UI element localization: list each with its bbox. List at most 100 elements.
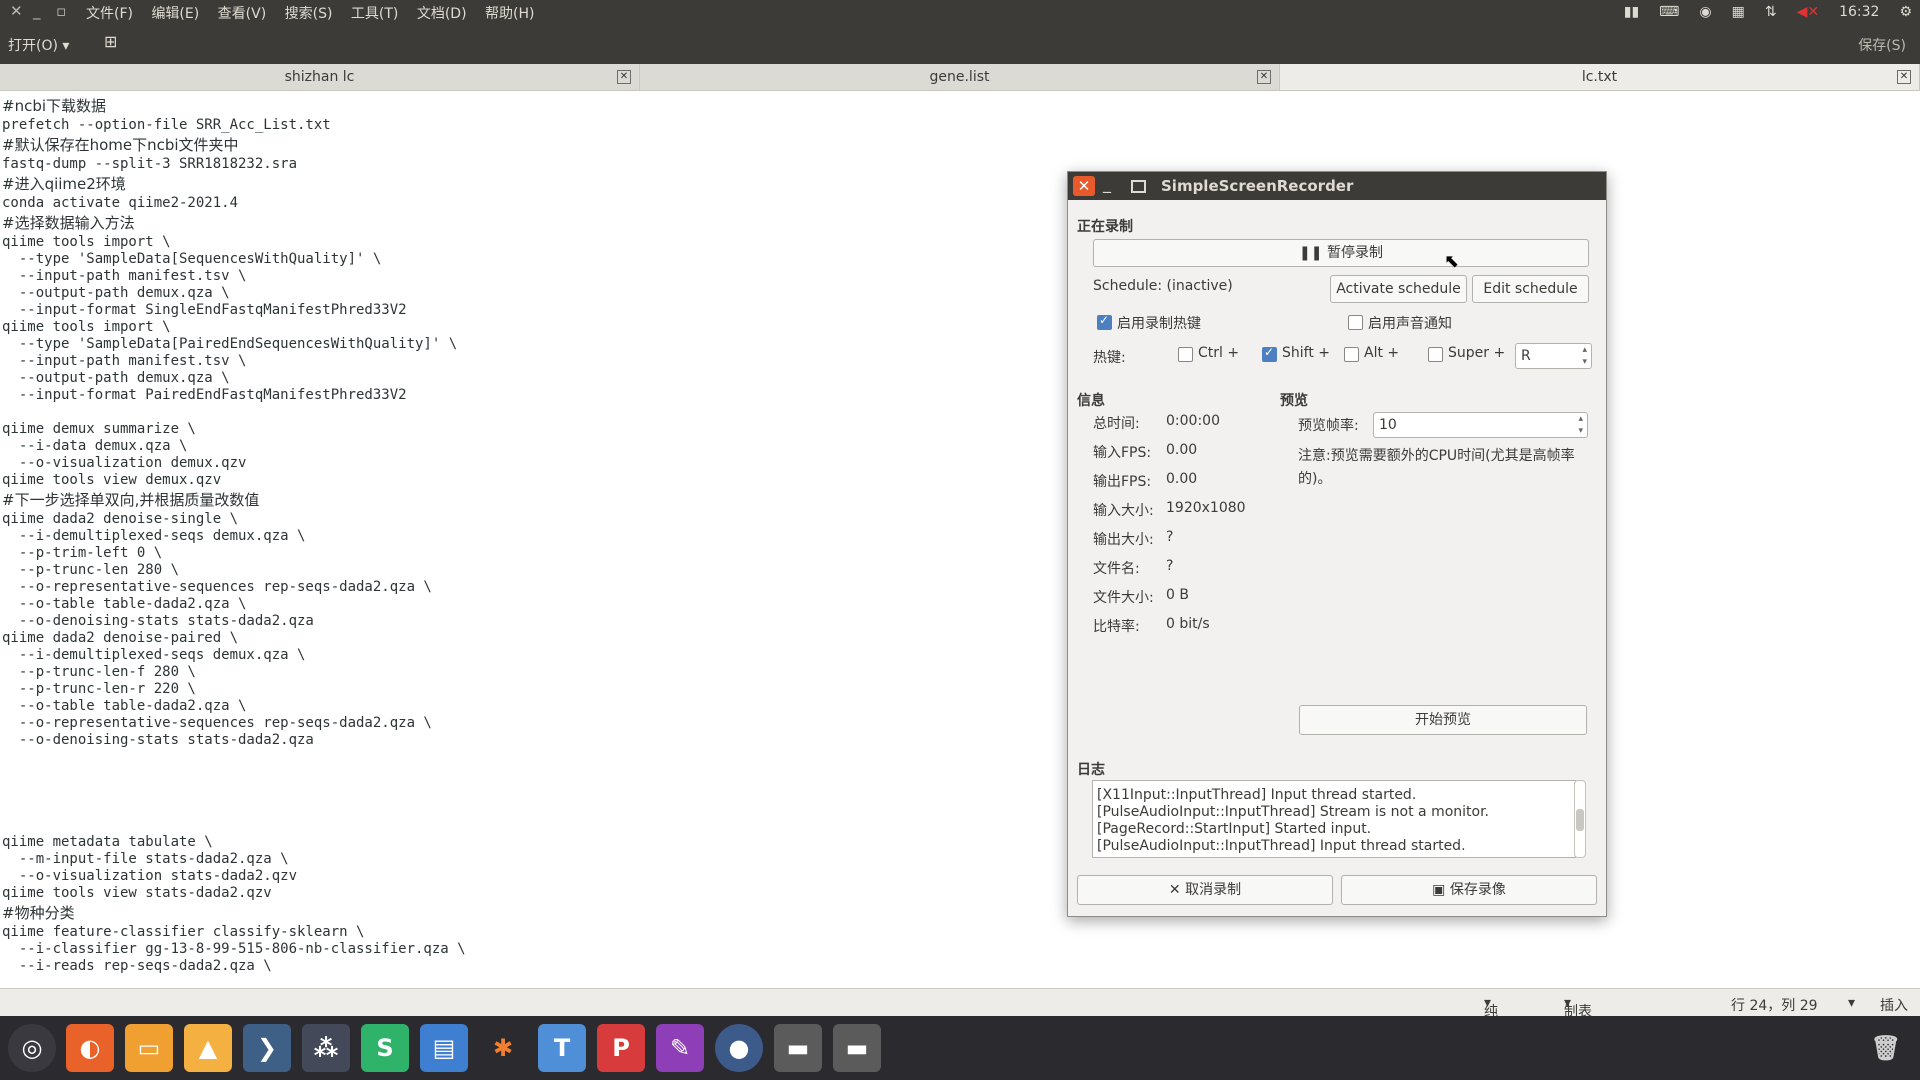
maximize-window-icon[interactable] xyxy=(1131,180,1146,193)
terminal-icon[interactable]: ❯ xyxy=(243,1024,291,1072)
enable-sound-label: 启用声音通知 xyxy=(1368,316,1452,332)
trash-icon[interactable]: 🗑 xyxy=(1862,1024,1910,1072)
window-title: SimpleScreenRecorder xyxy=(1161,177,1354,195)
maximize-window-icon[interactable]: ▫ xyxy=(56,2,66,20)
network-icon[interactable]: ⁂ xyxy=(302,1024,350,1072)
enable-sound-checkbox[interactable] xyxy=(1348,315,1363,330)
code-line: --i-classifier gg-13-8-99-515-806-nb-cla… xyxy=(2,941,466,957)
typora-icon[interactable]: T xyxy=(538,1024,586,1072)
cursor-position[interactable]: 行 24，列 29 xyxy=(1731,995,1818,1015)
log-scrollbar[interactable] xyxy=(1574,780,1586,858)
code-line: qiime tools import \ xyxy=(2,319,171,335)
menu-help[interactable]: 帮助(H) xyxy=(485,6,534,22)
screen-recorder-icon[interactable]: ● xyxy=(715,1024,763,1072)
firefox-icon[interactable]: ◐ xyxy=(66,1024,114,1072)
cancel-recording-button[interactable]: ✕ 取消录制 xyxy=(1077,875,1333,905)
syntax-mode-selector[interactable]: 纯文本 ▾ xyxy=(1484,995,1498,1060)
menu-tools[interactable]: 工具(T) xyxy=(351,6,398,22)
shift-checkbox[interactable] xyxy=(1262,345,1277,362)
preview-rate-input[interactable]: 10 ▴ ▾ xyxy=(1373,412,1588,438)
super-label: Super + xyxy=(1448,345,1506,361)
close-tab-icon[interactable]: ✕ xyxy=(617,70,631,84)
menu-file[interactable]: 文件(F) xyxy=(86,6,133,22)
close-window-icon[interactable]: ✕ xyxy=(1073,176,1095,196)
save-button[interactable]: 保存(S) xyxy=(1858,35,1906,55)
key-select[interactable]: R ▴ ▾ xyxy=(1515,343,1592,369)
output-size-value: ? xyxy=(1166,529,1174,545)
close-tab-icon[interactable]: ✕ xyxy=(1257,70,1271,84)
file-name-value: ? xyxy=(1166,558,1174,574)
edit-schedule-button[interactable]: Edit schedule xyxy=(1472,275,1589,303)
key-value: R xyxy=(1521,348,1531,364)
window-thumb-icon[interactable]: ▬ xyxy=(833,1024,881,1072)
tab-shizhan-lc[interactable]: shizhan lc ✕ xyxy=(0,64,640,90)
open-button[interactable]: 打开(O) ▾ xyxy=(8,35,69,55)
tab-label: lc.txt xyxy=(1581,69,1618,85)
code-line: prefetch --option-file SRR_Acc_List.txt xyxy=(2,117,331,133)
recorder-window: ✕ _ SimpleScreenRecorder 正在录制 ❚❚ 暂停录制 Sc… xyxy=(1067,171,1607,917)
output-fps-value: 0.00 xyxy=(1166,471,1198,487)
workspace-icon[interactable]: ▤ xyxy=(420,1024,468,1072)
enable-hotkey-label: 启用录制热键 xyxy=(1117,316,1201,332)
menu-search[interactable]: 搜索(S) xyxy=(285,6,333,22)
minimize-window-icon[interactable]: _ xyxy=(1103,174,1111,193)
code-line: --p-trunc-len-r 220 \ xyxy=(2,681,196,697)
chevron-down-icon[interactable]: ▾ xyxy=(1848,995,1855,1011)
code-line: --input-format PairedEndFastqManifestPhr… xyxy=(2,387,407,403)
save-recording-button[interactable]: ▣ 保存录像 xyxy=(1341,875,1597,905)
schedule-status: Schedule: (inactive) xyxy=(1093,278,1233,294)
menu-edit[interactable]: 编辑(E) xyxy=(151,6,199,22)
code-line: --p-trunc-len-f 280 \ xyxy=(2,664,196,680)
code-line: --o-visualization stats-dada2.qzv xyxy=(2,868,298,884)
total-time-label: 总时间: xyxy=(1093,416,1140,432)
code-line: --o-visualization demux.qzv xyxy=(2,455,247,471)
code-line: --o-table table-dada2.qza \ xyxy=(2,698,247,714)
code-line: --type 'SampleData[PairedEndSequencesWit… xyxy=(2,336,458,352)
log-area[interactable]: [X11Input::InputThread] Input thread sta… xyxy=(1092,780,1576,858)
text-editor-area[interactable]: #ncbi下载数据 prefetch --option-file SRR_Acc_… xyxy=(2,95,1062,985)
keyboard-tray-icon[interactable]: ⌨ xyxy=(1659,4,1679,20)
super-checkbox[interactable] xyxy=(1428,347,1443,362)
code-line: conda activate qiime2-2021.4 xyxy=(2,195,239,211)
close-window-icon[interactable]: ✕ xyxy=(10,2,23,20)
start-preview-button[interactable]: 开始预览 xyxy=(1299,705,1587,735)
recorder-tray-icon[interactable]: ◉ xyxy=(1699,4,1711,20)
tab-width-selector[interactable]: 制表符宽度：8 ▾ xyxy=(1564,995,1592,1077)
draw-icon[interactable]: ✎ xyxy=(656,1024,704,1072)
settings-gear-icon[interactable]: ⚙ xyxy=(1899,4,1912,20)
pause-recording-button[interactable]: ❚❚ 暂停录制 xyxy=(1093,239,1589,267)
xmind-icon[interactable]: ✱ xyxy=(479,1024,527,1072)
bluetooth-tray-icon[interactable]: ▮▮ xyxy=(1624,4,1639,20)
new-document-icon[interactable]: ⊞ xyxy=(104,32,124,52)
code-line: qiime tools view demux.qzv xyxy=(2,472,222,488)
code-line: qiime demux summarize \ xyxy=(2,421,196,437)
close-tab-icon[interactable]: ✕ xyxy=(1897,70,1911,84)
network-tray-icon[interactable]: ⇅ xyxy=(1765,4,1777,20)
alt-checkbox[interactable] xyxy=(1344,347,1359,362)
ubuntu-icon[interactable]: ◎ xyxy=(8,1024,56,1072)
wps-pdf-icon[interactable]: P xyxy=(597,1024,645,1072)
menu-view[interactable]: 查看(V) xyxy=(218,6,267,22)
wps-spreadsheet-icon[interactable]: S xyxy=(361,1024,409,1072)
clock[interactable]: 16:32 xyxy=(1839,4,1879,20)
ctrl-checkbox[interactable] xyxy=(1178,347,1193,362)
enable-hotkey-checkbox[interactable] xyxy=(1097,313,1112,330)
input-size-label: 输入大小: xyxy=(1093,503,1154,519)
archive-icon[interactable]: ▲ xyxy=(184,1024,232,1072)
volume-muted-icon[interactable]: ◀✕ xyxy=(1797,4,1820,20)
menu-documents[interactable]: 文档(D) xyxy=(417,6,467,22)
window-thumb-icon[interactable]: ▬ xyxy=(774,1024,822,1072)
recorder-title-bar[interactable]: ✕ _ SimpleScreenRecorder xyxy=(1068,172,1606,200)
tab-lc-txt[interactable]: lc.txt ✕ xyxy=(1280,64,1920,90)
scrollbar-thumb[interactable] xyxy=(1576,809,1584,831)
activate-schedule-button[interactable]: Activate schedule xyxy=(1330,275,1467,303)
log-line: [PageRecord::StartInput] Started input. xyxy=(1097,821,1372,837)
code-line: fastq-dump --split-3 SRR1818232.sra xyxy=(2,156,298,172)
status-bar: 纯文本 ▾ 制表符宽度：8 ▾ 行 24，列 29 ▾ 插入 xyxy=(0,988,1920,1077)
minimize-window-icon[interactable]: _ xyxy=(33,2,41,20)
tab-gene-list[interactable]: gene.list ✕ xyxy=(640,64,1280,90)
calendar-tray-icon[interactable]: ▦ xyxy=(1732,4,1745,20)
log-line: [PulseAudioInput::InputThread] Stream is… xyxy=(1097,804,1490,820)
code-line: qiime dada2 denoise-paired \ xyxy=(2,630,239,646)
files-icon[interactable]: ▭ xyxy=(125,1024,173,1072)
